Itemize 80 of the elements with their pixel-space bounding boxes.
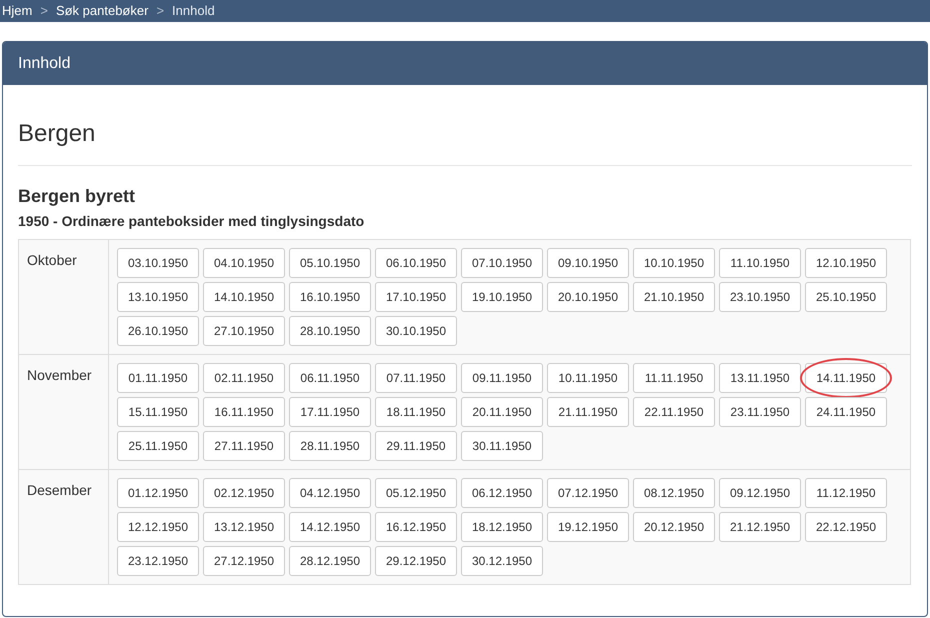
date-button[interactable]: 04.12.1950 (289, 478, 371, 508)
date-button[interactable]: 19.10.1950 (461, 282, 543, 312)
month-label: Desember (27, 482, 92, 498)
subtitle: 1950 - Ordinære panteboksider med tinglysingsdato (18, 212, 366, 230)
date-button[interactable]: 12.10.1950 (805, 248, 887, 278)
date-button[interactable]: 30.12.1950 (461, 546, 543, 576)
date-button[interactable]: 18.11.1950 (375, 397, 457, 427)
date-button[interactable]: 24.11.1950 (805, 397, 887, 427)
breadcrumb-link[interactable]: Innhold (172, 1, 215, 21)
breadcrumb-separator: > (40, 2, 48, 20)
date-button[interactable]: 27.11.1950 (203, 431, 285, 461)
date-button[interactable]: 03.10.1950 (117, 248, 199, 278)
breadcrumb-separator: > (156, 2, 164, 20)
court-heading: Bergen byrett (18, 185, 136, 207)
place-heading: Bergen (18, 119, 96, 149)
date-button[interactable]: 11.12.1950 (805, 478, 887, 508)
date-button[interactable]: 19.12.1950 (547, 512, 629, 542)
date-button[interactable]: 01.11.1950 (117, 363, 199, 393)
date-button[interactable]: 30.10.1950 (375, 316, 457, 346)
date-button[interactable]: 07.11.1950 (375, 363, 457, 393)
date-button[interactable]: 14.12.1950 (289, 512, 371, 542)
month-label: November (27, 367, 92, 383)
date-button[interactable]: 16.12.1950 (375, 512, 457, 542)
date-button[interactable]: 14.11.1950 (805, 363, 887, 393)
date-button[interactable]: 25.11.1950 (117, 431, 199, 461)
date-button[interactable]: 17.11.1950 (289, 397, 371, 427)
date-button[interactable]: 10.10.1950 (633, 248, 715, 278)
date-button[interactable]: 09.12.1950 (719, 478, 801, 508)
panel-title: Innhold (18, 54, 70, 74)
date-button[interactable]: 09.11.1950 (461, 363, 543, 393)
date-button[interactable]: 07.10.1950 (461, 248, 543, 278)
date-button[interactable]: 02.12.1950 (203, 478, 285, 508)
date-button[interactable]: 11.10.1950 (719, 248, 801, 278)
date-button[interactable]: 26.10.1950 (117, 316, 199, 346)
date-button[interactable]: 05.12.1950 (375, 478, 457, 508)
date-button[interactable]: 16.10.1950 (289, 282, 371, 312)
breadcrumb-link[interactable]: Søk pantebøker (56, 1, 148, 21)
date-button[interactable]: 21.12.1950 (719, 512, 801, 542)
date-button[interactable]: 23.10.1950 (719, 282, 801, 312)
date-button[interactable]: 21.10.1950 (633, 282, 715, 312)
date-button[interactable]: 10.11.1950 (547, 363, 629, 393)
date-button[interactable]: 21.11.1950 (547, 397, 629, 427)
date-button[interactable]: 16.11.1950 (203, 397, 285, 427)
date-button[interactable]: 12.12.1950 (117, 512, 199, 542)
date-button[interactable]: 28.11.1950 (289, 431, 371, 461)
date-button[interactable]: 22.12.1950 (805, 512, 887, 542)
date-button[interactable]: 13.11.1950 (719, 363, 801, 393)
date-button[interactable]: 29.12.1950 (375, 546, 457, 576)
date-button[interactable]: 01.12.1950 (117, 478, 199, 508)
date-button[interactable]: 09.10.1950 (547, 248, 629, 278)
date-button[interactable]: 07.12.1950 (547, 478, 629, 508)
date-button[interactable]: 29.11.1950 (375, 431, 457, 461)
date-button[interactable]: 06.10.1950 (375, 248, 457, 278)
date-button[interactable]: 20.10.1950 (547, 282, 629, 312)
date-button[interactable]: 13.12.1950 (203, 512, 285, 542)
breadcrumb-link[interactable]: Hjem (2, 1, 32, 21)
date-button[interactable]: 02.11.1950 (203, 363, 285, 393)
date-button[interactable]: 13.10.1950 (117, 282, 199, 312)
date-button[interactable]: 06.12.1950 (461, 478, 543, 508)
date-button[interactable]: 05.10.1950 (289, 248, 371, 278)
date-button[interactable]: 23.11.1950 (719, 397, 801, 427)
date-button[interactable]: 04.10.1950 (203, 248, 285, 278)
date-button[interactable]: 27.10.1950 (203, 316, 285, 346)
date-button[interactable]: 14.10.1950 (203, 282, 285, 312)
date-button[interactable]: 20.11.1950 (461, 397, 543, 427)
date-button[interactable]: 25.10.1950 (805, 282, 887, 312)
date-button[interactable]: 11.11.1950 (633, 363, 715, 393)
date-button[interactable]: 22.11.1950 (633, 397, 715, 427)
month-label: Oktober (27, 252, 77, 268)
date-button[interactable]: 27.12.1950 (203, 546, 285, 576)
date-button[interactable]: 28.12.1950 (289, 546, 371, 576)
date-button[interactable]: 20.12.1950 (633, 512, 715, 542)
date-button[interactable]: 23.12.1950 (117, 546, 199, 576)
date-button[interactable]: 17.10.1950 (375, 282, 457, 312)
date-button[interactable]: 28.10.1950 (289, 316, 371, 346)
date-button[interactable]: 08.12.1950 (633, 478, 715, 508)
date-button[interactable]: 15.11.1950 (117, 397, 199, 427)
date-button[interactable]: 06.11.1950 (289, 363, 371, 393)
date-button[interactable]: 18.12.1950 (461, 512, 543, 542)
date-button[interactable]: 30.11.1950 (461, 431, 543, 461)
